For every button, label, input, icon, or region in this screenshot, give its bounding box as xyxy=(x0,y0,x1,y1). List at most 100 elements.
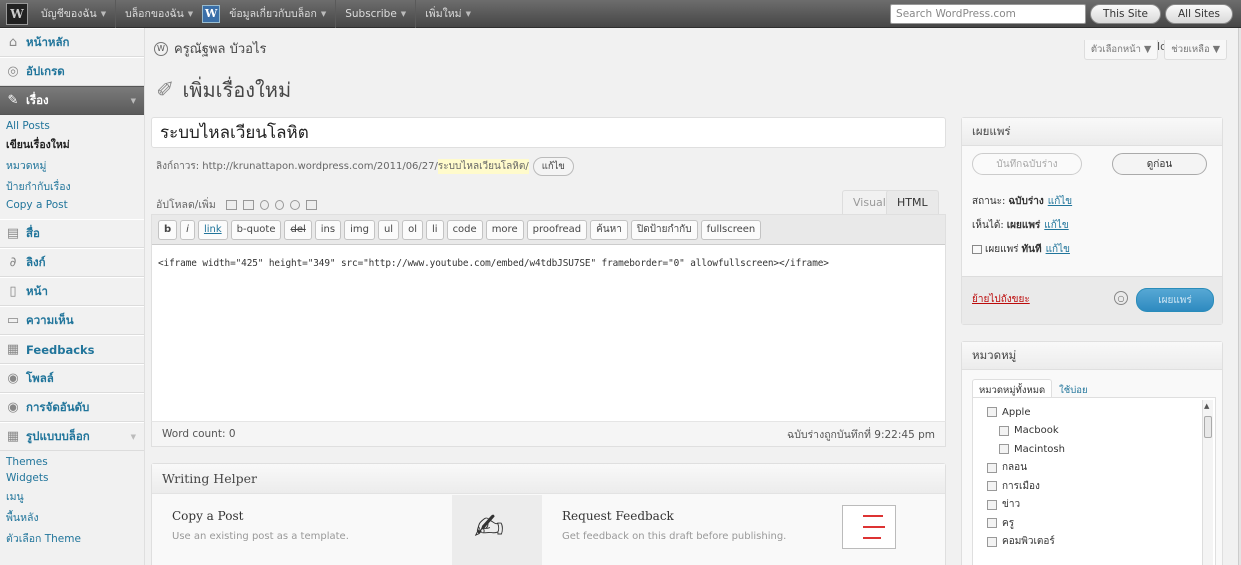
qt-fullscreen[interactable]: fullscreen xyxy=(700,219,762,240)
qt-link[interactable]: link xyxy=(197,219,228,240)
qt-ol[interactable]: ol xyxy=(402,219,423,240)
adminbar-label: บัญชีของฉัน xyxy=(41,8,97,20)
menu-upgrades[interactable]: ◎ อัปเกรด xyxy=(0,57,144,86)
adminbar-subscribe[interactable]: Subscribe ▼ xyxy=(336,0,415,28)
site-name[interactable]: W ครูณัฐพล บัวอไร xyxy=(154,38,266,59)
publish-heading[interactable]: เผยแพร่ xyxy=(962,118,1222,146)
qt-proofread[interactable]: proofread xyxy=(526,219,588,240)
menu-feedbacks[interactable]: ▦ Feedbacks xyxy=(0,335,144,364)
menu-dashboard[interactable]: ⌂ หน้าหลัก xyxy=(0,28,144,57)
menu-links[interactable]: ∂ ลิงก์ xyxy=(0,248,144,277)
checkbox[interactable] xyxy=(987,518,997,529)
qt-img[interactable]: img xyxy=(344,219,375,240)
tab-html[interactable]: HTML xyxy=(886,190,939,214)
copy-post-title: Copy a Post xyxy=(172,509,244,523)
submenu-all-posts[interactable]: All Posts xyxy=(0,118,144,134)
checkbox[interactable] xyxy=(987,536,997,547)
category-item[interactable]: ข่าว xyxy=(987,496,1215,515)
submenu-categories[interactable]: หมวดหมู่ xyxy=(0,155,144,176)
category-item[interactable]: Macbook xyxy=(999,422,1215,441)
checkbox[interactable] xyxy=(987,462,997,473)
qt-ins[interactable]: ins xyxy=(314,219,342,240)
video-icon[interactable] xyxy=(242,199,254,210)
checkbox[interactable] xyxy=(987,481,997,492)
menu-comments[interactable]: ▭ ความเห็น xyxy=(0,306,144,335)
move-to-trash-link[interactable]: ย้ายไปถังขยะ xyxy=(972,292,1030,307)
adminbar-blog-info[interactable]: ข้อมูลเกี่ยวกับบล็อก ▼ xyxy=(220,0,335,28)
submenu-add-new[interactable]: เขียนเรื่องใหม่ xyxy=(0,134,144,155)
edit-visibility-link[interactable]: แก้ไข xyxy=(1044,218,1068,233)
all-sites-button[interactable]: All Sites xyxy=(1165,3,1233,24)
category-label: กลอน xyxy=(1002,462,1028,474)
form-icon[interactable] xyxy=(305,199,317,210)
blog-icon[interactable]: W xyxy=(202,4,221,23)
qt-code[interactable]: code xyxy=(446,219,483,240)
adminbar-my-blogs[interactable]: บล็อกของฉัน ▼ xyxy=(116,0,202,28)
menu-polls[interactable]: ◉ โพลล์ xyxy=(0,364,144,393)
audio-icon[interactable] xyxy=(259,199,269,210)
category-checklist: Apple Macbook Macintosh กลอน การเมือง ข่… xyxy=(972,397,1216,565)
scroll-thumb[interactable] xyxy=(1204,416,1212,438)
qt-bold[interactable]: b xyxy=(158,219,178,240)
submenu-menus[interactable]: เมนู xyxy=(0,486,144,507)
qt-italic[interactable]: i xyxy=(180,219,195,240)
submenu-widgets[interactable]: Widgets xyxy=(0,470,144,486)
adminbar-my-account[interactable]: บัญชีของฉัน ▼ xyxy=(32,0,115,28)
category-item[interactable]: คอมพิวเตอร์ xyxy=(987,533,1215,552)
category-item[interactable]: ครู xyxy=(987,514,1215,533)
menu-posts[interactable]: ✎ เรื่อง ▼ xyxy=(0,86,144,115)
chevron-down-icon: ▼ xyxy=(465,9,471,18)
image-icon[interactable] xyxy=(225,199,237,210)
checkbox[interactable] xyxy=(987,407,997,418)
submenu-tags[interactable]: ป้ายกำกับเรื่อง xyxy=(0,176,144,197)
qt-close-tags[interactable]: ปิดป้ายกำกับ xyxy=(630,219,698,240)
qt-blockquote[interactable]: b-quote xyxy=(230,219,282,240)
copy-post-card[interactable]: Copy a Post Use an existing post as a te… xyxy=(152,495,462,565)
search-input[interactable]: Search WordPress.com xyxy=(890,3,1087,24)
menu-pages[interactable]: ▯ หน้า xyxy=(0,277,144,306)
preview-button[interactable]: ดูก่อน xyxy=(1112,153,1207,175)
checkbox[interactable] xyxy=(987,499,997,510)
media-icon[interactable] xyxy=(274,199,284,210)
qt-del[interactable]: del xyxy=(284,219,312,240)
submenu-themes[interactable]: Themes xyxy=(0,454,144,470)
category-item[interactable]: กลอน xyxy=(987,459,1215,478)
edit-permalink-button[interactable]: แก้ไข xyxy=(532,157,574,176)
chevron-down-icon: ▼ xyxy=(130,432,136,441)
submenu-theme-options[interactable]: ตัวเลือก Theme xyxy=(0,528,144,549)
post-title-input[interactable]: ระบบไหลเวียนโลหิต xyxy=(151,117,946,148)
category-scrollbar[interactable]: ▲ xyxy=(1202,400,1213,565)
save-draft-button[interactable]: บันทึกฉบับร่าง xyxy=(972,153,1082,175)
wordpress-logo-icon[interactable]: W xyxy=(6,2,28,25)
category-item[interactable]: Apple xyxy=(987,403,1215,422)
adminbar-new[interactable]: เพิ่มใหม่ ▼ xyxy=(416,0,480,28)
submenu-background[interactable]: พื้นหลัง xyxy=(0,507,144,528)
menu-media[interactable]: ▤ สื่อ xyxy=(0,219,144,248)
chevron-down-icon: ▼ xyxy=(320,9,327,18)
site-name-label: ครูณัฐพล บัวอไร xyxy=(174,42,267,57)
writing-helper-heading[interactable]: Writing Helper xyxy=(152,464,945,494)
this-site-button[interactable]: This Site xyxy=(1090,3,1161,24)
publish-button[interactable]: เผยแพร่ xyxy=(1136,288,1214,312)
post-content-textarea[interactable]: <iframe width="425" height="349" src="ht… xyxy=(152,245,945,282)
writing-helper-box: Writing Helper Copy a Post Use an existi… xyxy=(151,463,946,565)
qt-search[interactable]: ค้นหา xyxy=(590,219,628,240)
menu-ratings[interactable]: ◉ การจัดอันดับ xyxy=(0,393,144,422)
help-tab[interactable]: ช่วยเหลือ ▼ xyxy=(1164,40,1227,60)
edit-status-link[interactable]: แก้ไข xyxy=(1048,194,1072,209)
submenu-copy-post[interactable]: Copy a Post xyxy=(0,197,144,213)
edit-schedule-link[interactable]: แก้ไข xyxy=(1046,242,1070,257)
qt-ul[interactable]: ul xyxy=(377,219,400,240)
checkbox[interactable] xyxy=(999,444,1009,455)
menu-appearance[interactable]: ▦ รูปแบบบล็อก ▼ xyxy=(0,422,144,451)
category-item[interactable]: การเมือง xyxy=(987,477,1215,496)
permalink-slug[interactable]: ระบบไหลเวียนโลหิต/ xyxy=(437,159,529,174)
qt-more[interactable]: more xyxy=(485,219,524,240)
category-item[interactable]: Macintosh xyxy=(999,440,1215,459)
categories-heading[interactable]: หมวดหมู่ xyxy=(962,342,1222,370)
screen-options-tab[interactable]: ตัวเลือกหน้า ▼ xyxy=(1083,40,1159,60)
qt-li[interactable]: li xyxy=(426,219,444,240)
poll-icon[interactable] xyxy=(289,199,300,210)
checkbox[interactable] xyxy=(999,425,1009,436)
scroll-up-icon[interactable]: ▲ xyxy=(1204,402,1209,410)
